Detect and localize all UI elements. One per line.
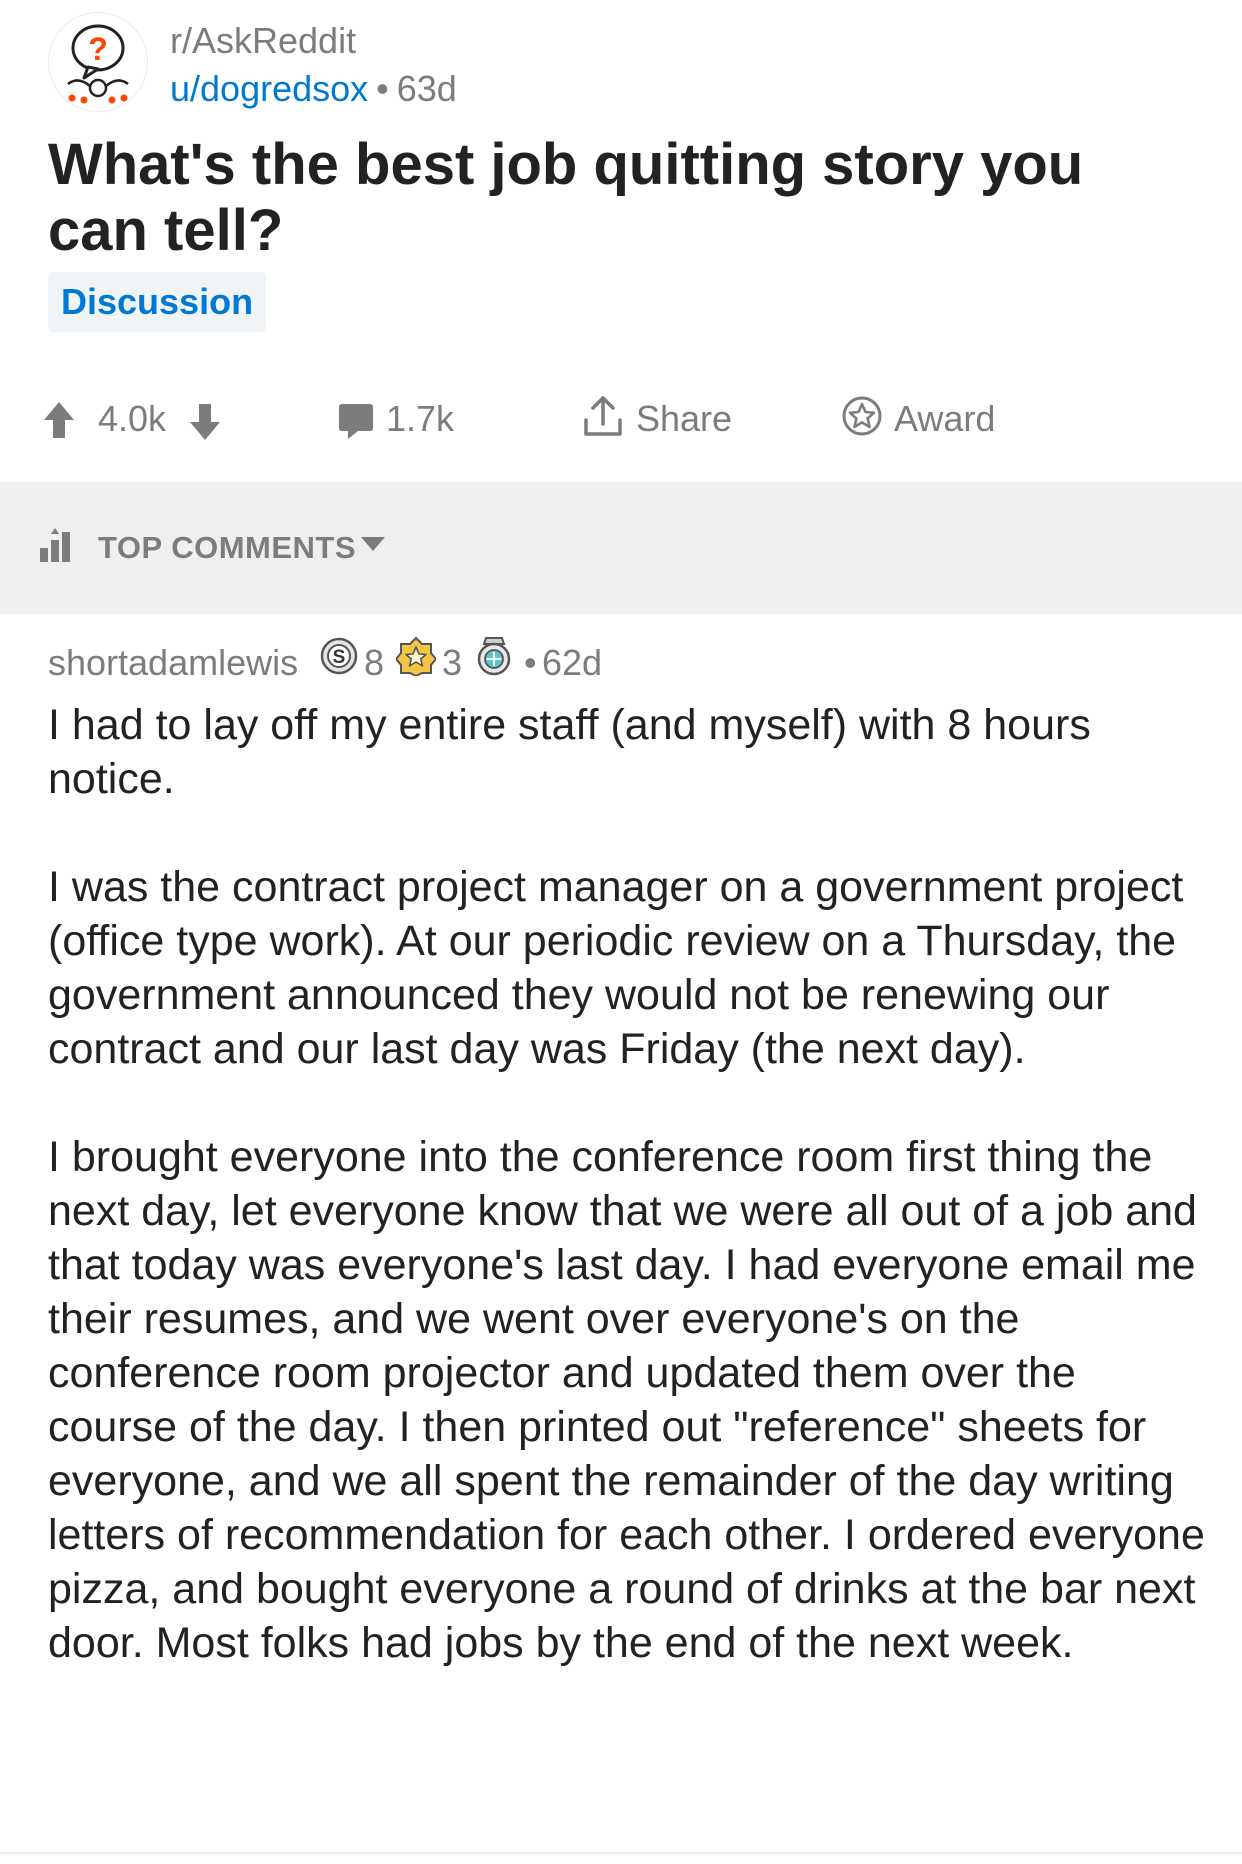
award-icon[interactable] (842, 396, 882, 436)
vote-score: 4.0k (98, 398, 167, 439)
upvote-arrow-icon[interactable] (42, 400, 76, 440)
sort-label[interactable]: TOP COMMENTS (98, 530, 356, 566)
award-button-label[interactable]: Award (894, 398, 995, 440)
bar-chart-sort-icon (40, 528, 70, 562)
post-header: ? r/AskReddit u/dogredsox • 63d (48, 12, 1198, 112)
post-age: 63d (396, 68, 457, 109)
post-flair[interactable]: Discussion (48, 272, 267, 332)
bottom-divider (0, 1852, 1242, 1854)
subreddit-avatar-icon[interactable]: ? (48, 12, 148, 112)
comment-author[interactable]: shortadamlewis (48, 642, 298, 684)
comment-count[interactable]: 1.7k (386, 398, 454, 440)
downvote-arrow-icon[interactable] (188, 402, 222, 442)
comment-age: 62d (542, 642, 603, 683)
comment-paragraph: I brought everyone into the conference r… (48, 1133, 1205, 1667)
post-title[interactable]: What's the best job quitting story you c… (48, 132, 1198, 264)
chevron-down-icon[interactable] (360, 536, 386, 552)
silver-award-icon[interactable]: S (320, 636, 358, 676)
share-icon[interactable] (582, 394, 624, 440)
share-button-label[interactable]: Share (636, 398, 732, 440)
reddit-post-screen: ? r/AskReddit u/dogredsox • 63d What's the… (0, 0, 1242, 1864)
post-author-link[interactable]: u/dogredsox (170, 68, 368, 109)
post-action-bar: 4.0k 1.7k Share Award (0, 390, 1242, 454)
comment-paragraph: I was the contract project manager on a … (48, 863, 1184, 1073)
svg-text:S: S (333, 647, 346, 668)
platinum-award-icon[interactable] (474, 636, 514, 676)
comment-meta: shortadamlewis S 8 3 • 62d (48, 636, 1208, 688)
meta-separator: • (376, 68, 389, 109)
post-meta: u/dogredsox • 63d (170, 68, 457, 110)
comment-meta-separator: • (524, 642, 537, 683)
silver-award-count: 8 (364, 642, 385, 683)
comment-bubble-icon[interactable] (338, 402, 374, 440)
svg-text:?: ? (88, 31, 108, 67)
subreddit-name[interactable]: r/AskReddit (170, 20, 356, 62)
top-comment: shortadamlewis S 8 3 • 62d I had to lay … (48, 636, 1208, 1670)
comment-sort-bar[interactable]: TOP COMMENTS (0, 482, 1242, 614)
comment-paragraph: I had to lay off my entire staff (and my… (48, 701, 1091, 803)
gold-award-count: 3 (442, 642, 463, 683)
gold-award-icon[interactable] (396, 636, 436, 676)
comment-body: I had to lay off my entire staff (and my… (48, 698, 1208, 1670)
